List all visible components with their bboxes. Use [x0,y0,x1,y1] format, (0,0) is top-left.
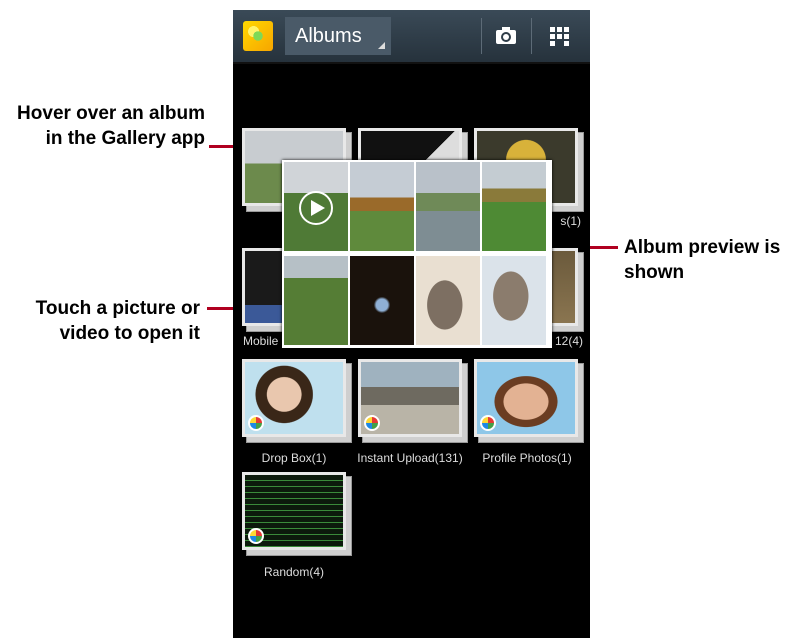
preview-video[interactable] [284,162,348,251]
preview-photo[interactable] [482,256,546,345]
album-thumb-instant-upload[interactable] [358,359,468,443]
callout-touch: Touch a picture or video to open it [35,298,200,344]
preview-photo[interactable] [284,256,348,345]
picasa-badge-icon [248,415,264,431]
preview-photo[interactable] [416,256,480,345]
album-label: Random(4) [263,565,325,579]
divider [531,18,532,54]
album-label: Profile Photos(1) [482,451,572,465]
picasa-badge-icon [248,528,264,544]
album-thumb-drop-box[interactable] [242,359,352,443]
action-bar: Albums [233,10,590,64]
album-thumb-random[interactable] [242,472,352,556]
picasa-badge-icon [480,415,496,431]
callout-hover: Hover over an album in the Gallery app [17,103,205,149]
album-label: Instant Upload(131) [357,451,463,465]
gallery-app-icon[interactable] [243,21,273,51]
picasa-badge-icon [364,415,380,431]
preview-photo[interactable] [482,162,546,251]
play-icon [299,191,333,225]
albums-dropdown[interactable]: Albums [285,17,391,55]
preview-photo[interactable] [350,256,414,345]
callout-preview: Album preview is shown [624,237,781,283]
preview-photo[interactable] [416,162,480,251]
grid-view-icon[interactable] [546,23,572,49]
albums-dropdown-label: Albums [295,25,362,47]
dropdown-corner-icon [378,42,385,49]
album-label: Drop Box(1) [261,451,327,465]
divider [481,18,482,54]
album-preview [282,160,552,348]
album-thumb-profile-photos[interactable] [474,359,584,443]
preview-photo[interactable] [350,162,414,251]
camera-icon[interactable] [493,23,519,49]
